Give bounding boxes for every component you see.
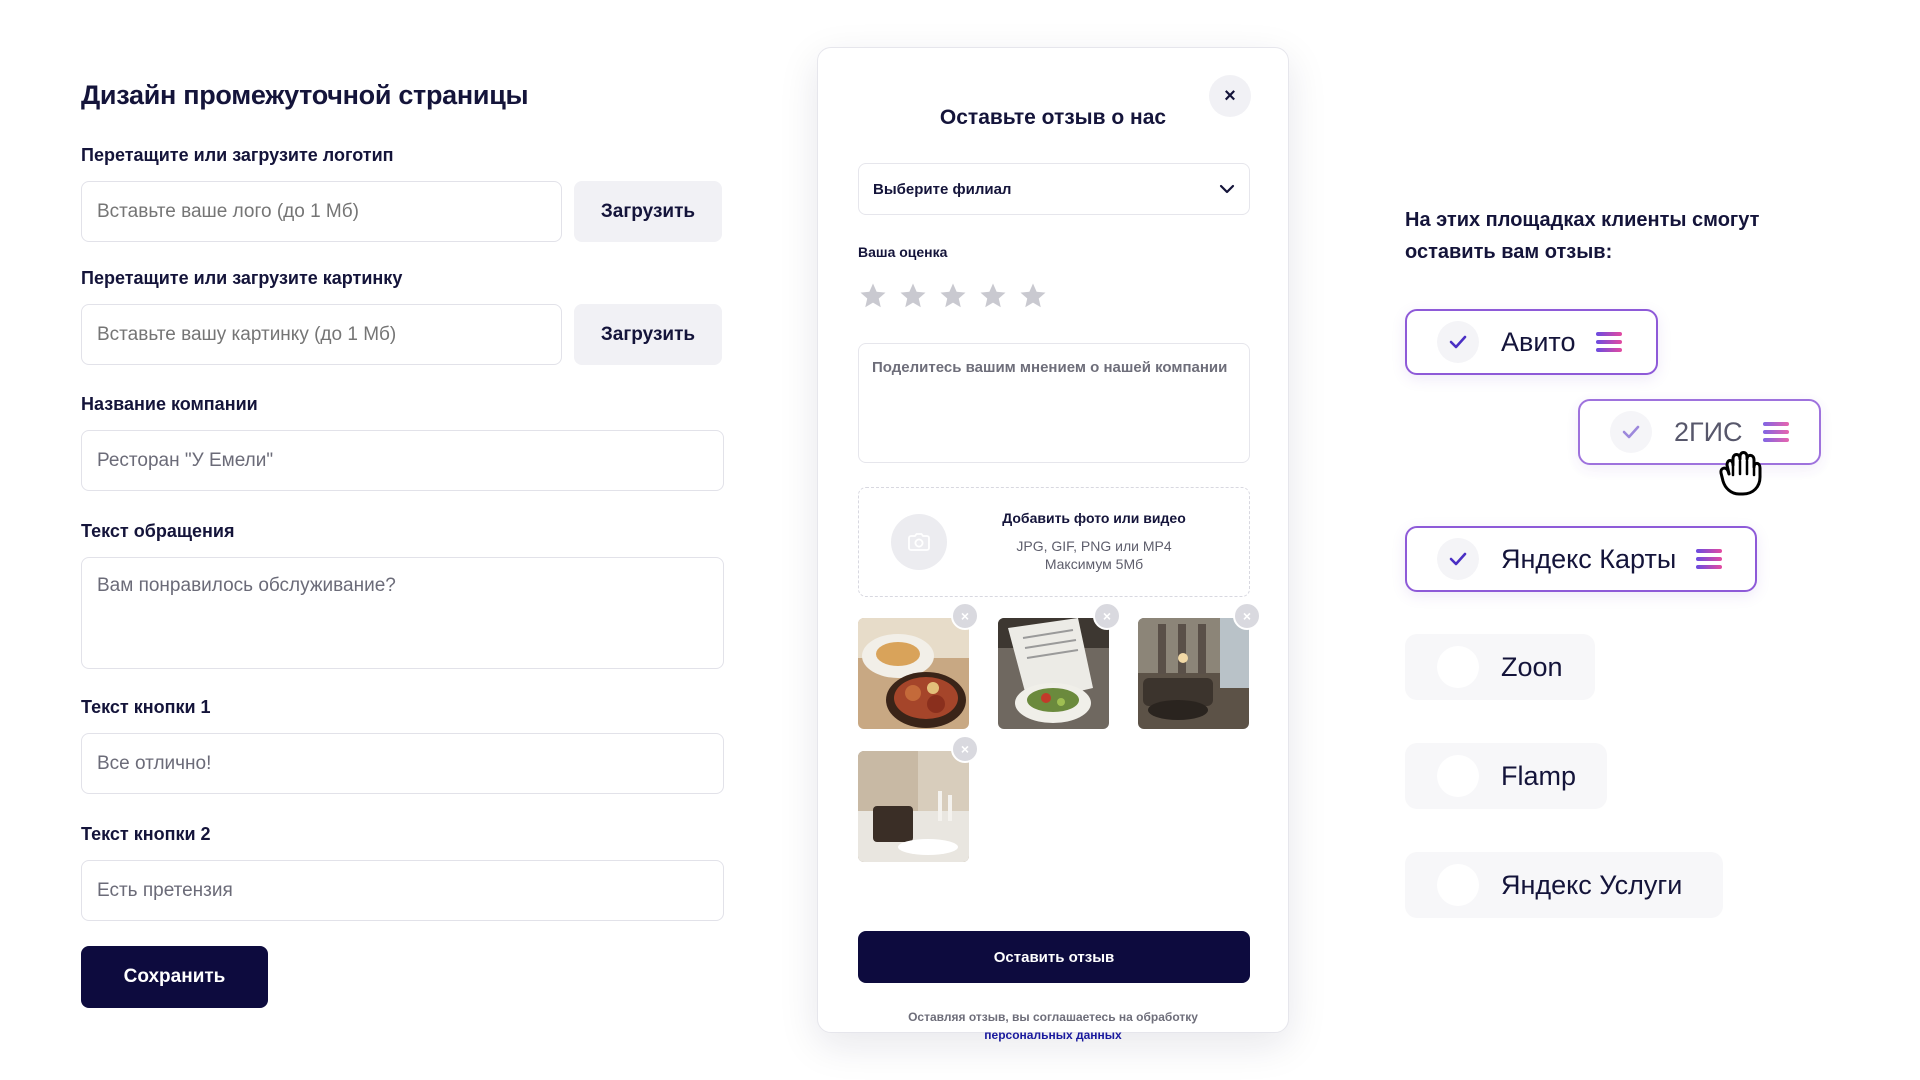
star-icon[interactable]: [898, 281, 928, 311]
review-textarea[interactable]: Поделитесь вашим мнением о нашей компани…: [858, 343, 1250, 463]
grab-cursor-icon: [1715, 445, 1771, 502]
drag-handle-icon[interactable]: [1696, 549, 1723, 569]
check-icon[interactable]: [1610, 411, 1652, 453]
platform-chip-avito[interactable]: Авито: [1405, 309, 1658, 375]
platform-chip-yandex-services[interactable]: Яндекс Услуги: [1405, 852, 1723, 918]
logo-label: Перетащите или загрузите логотип: [81, 145, 394, 165]
button1-label: Текст кнопки 1: [81, 697, 211, 717]
company-label: Название компании: [81, 394, 258, 414]
platform-chip-flamp[interactable]: Flamp: [1405, 743, 1607, 809]
platforms-heading: На этих площадках клиенты смогут оставит…: [1405, 209, 1760, 263]
star-rating: [858, 281, 1048, 311]
image-field-group: Перетащите или загрузите картинку Загруз…: [81, 268, 722, 365]
check-icon[interactable]: [1437, 321, 1479, 363]
checkbox-empty-icon[interactable]: [1437, 864, 1479, 906]
company-field-group: Название компании: [81, 394, 724, 491]
settings-panel: Дизайн промежуточной страницы: [81, 80, 721, 111]
star-icon[interactable]: [858, 281, 888, 311]
platform-name: Zoon: [1501, 651, 1563, 682]
button1-text-input[interactable]: [81, 733, 724, 794]
star-icon[interactable]: [978, 281, 1008, 311]
platform-name: Яндекс Карты: [1501, 543, 1677, 574]
remove-photo-icon[interactable]: ×: [1233, 602, 1261, 630]
checkbox-empty-icon[interactable]: [1437, 755, 1479, 797]
review-modal: × Оставьте отзыв о нас Выберите филиал В…: [817, 47, 1289, 1042]
upload-logo-button[interactable]: Загрузить: [574, 181, 722, 242]
image-label: Перетащите или загрузите картинку: [81, 268, 403, 288]
appeal-text-input[interactable]: Вам понравилось обслуживание?: [81, 557, 724, 669]
photo-thumbnail: [858, 618, 969, 729]
logo-input[interactable]: [81, 181, 562, 242]
personal-data-link[interactable]: персональных данных: [818, 1028, 1288, 1042]
platform-chip-yandex-maps[interactable]: Яндекс Карты: [1405, 526, 1757, 592]
submit-review-button[interactable]: Оставить отзыв: [858, 931, 1250, 983]
remove-photo-icon[interactable]: ×: [951, 602, 979, 630]
platform-chip-2gis[interactable]: 2ГИС: [1578, 399, 1821, 465]
rating-label: Ваша оценка: [858, 244, 948, 260]
camera-icon: [891, 514, 947, 570]
platform-name: Авито: [1501, 326, 1576, 357]
branch-select-value: Выберите филиал: [873, 180, 1012, 198]
consent-text: Оставляя отзыв, вы соглашаетесь на обраб…: [908, 1010, 1198, 1024]
photo-thumbnail: [858, 751, 969, 862]
logo-field-group: Перетащите или загрузите логотип Загрузи…: [81, 145, 722, 242]
branch-select[interactable]: Выберите филиал: [858, 163, 1250, 215]
photo-thumbnail: [1138, 618, 1249, 729]
modal-title: Оставьте отзыв о нас: [939, 106, 1167, 129]
drag-handle-icon[interactable]: [1595, 332, 1622, 352]
dropzone-title: Добавить фото или видео: [1002, 510, 1186, 526]
dropzone-formats: JPG, GIF, PNG или MP4: [1016, 538, 1172, 554]
drag-handle-icon[interactable]: [1762, 422, 1789, 442]
media-dropzone[interactable]: Добавить фото или видео JPG, GIF, PNG ил…: [858, 487, 1250, 597]
platform-name: Flamp: [1501, 760, 1577, 791]
save-button[interactable]: Сохранить: [81, 946, 268, 1008]
button1-field-group: Текст кнопки 1: [81, 697, 724, 794]
appeal-label: Текст обращения: [81, 521, 235, 541]
button2-text-input[interactable]: [81, 860, 724, 921]
button2-label: Текст кнопки 2: [81, 824, 211, 844]
photo-thumbnail: [998, 618, 1109, 729]
check-icon[interactable]: [1437, 538, 1479, 580]
company-name-input[interactable]: [81, 430, 724, 491]
chevron-down-icon: [1219, 184, 1235, 194]
upload-image-button[interactable]: Загрузить: [574, 304, 722, 365]
appeal-field-group: Текст обращения Вам понравилось обслужив…: [81, 521, 724, 674]
image-input[interactable]: [81, 304, 562, 365]
dropzone-max-size: Максимум 5Мб: [1044, 556, 1144, 572]
page-title: Дизайн промежуточной страницы: [81, 80, 529, 110]
remove-photo-icon[interactable]: ×: [1093, 602, 1121, 630]
star-icon[interactable]: [938, 281, 968, 311]
platform-name: 2ГИС: [1674, 416, 1743, 447]
checkbox-empty-icon[interactable]: [1437, 646, 1479, 688]
platform-name: Яндекс Услуги: [1501, 869, 1683, 900]
remove-photo-icon[interactable]: ×: [951, 735, 979, 763]
star-icon[interactable]: [1018, 281, 1048, 311]
platform-chip-zoon[interactable]: Zoon: [1405, 634, 1595, 700]
button2-field-group: Текст кнопки 2: [81, 824, 724, 921]
